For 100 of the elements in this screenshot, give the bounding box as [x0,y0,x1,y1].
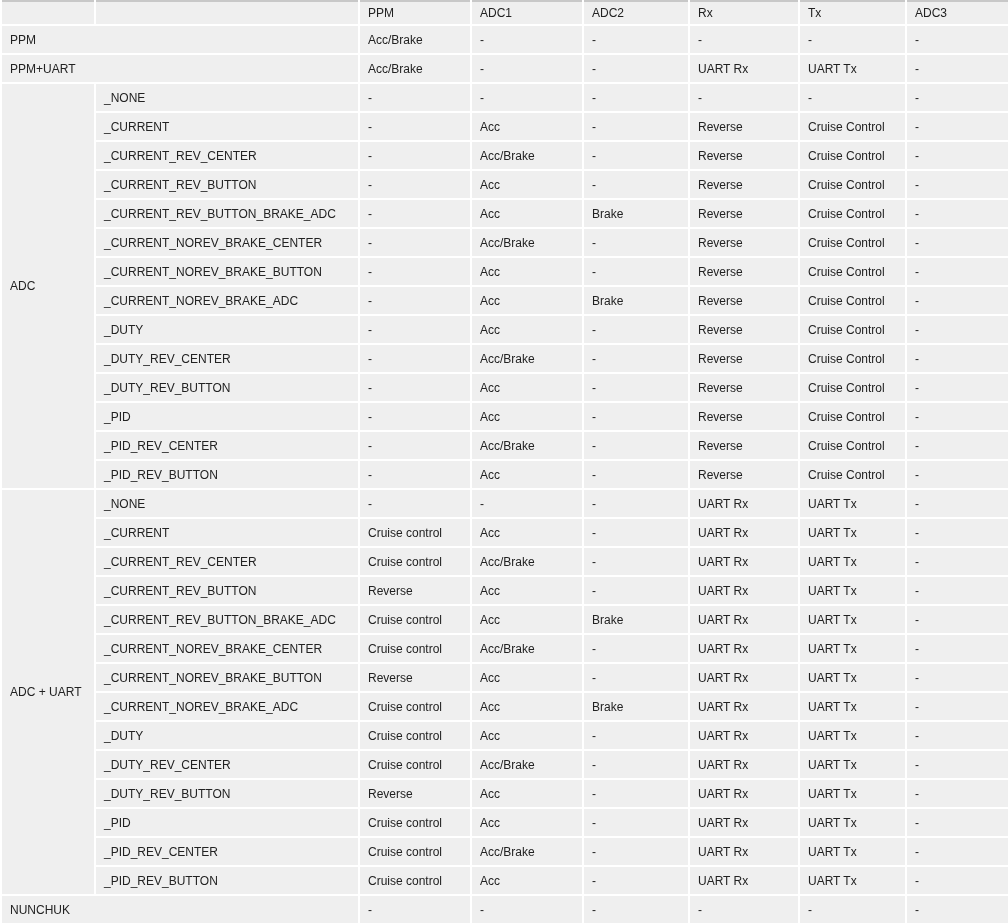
table-cell: Cruise Control [799,402,906,431]
table-cell: - [583,837,689,866]
table-cell: Brake [583,692,689,721]
table-cell: _CURRENT_NOREV_BRAKE_ADC [95,692,359,721]
table-cell: UART Tx [799,54,906,83]
table-cell: Brake [583,605,689,634]
table-cell: - [359,141,471,170]
table-cell: - [359,170,471,199]
table-cell: Acc [471,257,583,286]
table-cell: - [583,808,689,837]
table-cell: - [583,547,689,576]
table-cell: Acc/Brake [471,141,583,170]
row-group-label: PPM+UART [1,54,359,83]
table-cell: UART Rx [689,547,799,576]
table-cell: Acc/Brake [359,54,471,83]
table-cell: Reverse [689,112,799,141]
table-cell: - [689,895,799,924]
table-cell: Cruise control [359,547,471,576]
table-cell: Brake [583,286,689,315]
row-group-label: ADC + UART [1,489,95,895]
table-cell: UART Rx [689,54,799,83]
table-cell: Cruise Control [799,199,906,228]
table-cell: UART Tx [799,692,906,721]
table-cell: Cruise control [359,837,471,866]
table-cell: - [359,373,471,402]
table-cell: _CURRENT_NOREV_BRAKE_BUTTON [95,257,359,286]
table-cell: UART Tx [799,866,906,895]
table-cell: - [583,315,689,344]
table-cell: - [359,83,471,112]
table-cell: Acc/Brake [471,750,583,779]
table-cell: _DUTY_REV_BUTTON [95,373,359,402]
table-cell: - [799,895,906,924]
table-cell: Reverse [689,141,799,170]
table-cell: Acc [471,402,583,431]
table-cell: Cruise control [359,750,471,779]
table-cell: - [583,518,689,547]
table-cell: Acc [471,692,583,721]
table-cell: - [583,634,689,663]
table-cell: Cruise control [359,605,471,634]
table-cell: - [583,460,689,489]
table-cell: _CURRENT [95,518,359,547]
table-cell: UART Tx [799,634,906,663]
table-cell: _PID_REV_CENTER [95,431,359,460]
table-cell: UART Rx [689,808,799,837]
table-cell: Cruise control [359,721,471,750]
table-cell: Acc [471,866,583,895]
table-cell: - [583,663,689,692]
table-cell: _CURRENT_NOREV_BRAKE_BUTTON [95,663,359,692]
table-cell: Cruise control [359,692,471,721]
table-cell: - [583,25,689,54]
table-cell: Cruise Control [799,373,906,402]
table-cell: - [583,895,689,924]
table-cell: _DUTY_REV_CENTER [95,344,359,373]
table-cell: Acc/Brake [471,547,583,576]
table-cell: Acc/Brake [471,634,583,663]
row-group-label: NUNCHUK [1,895,359,924]
table-cell: - [359,199,471,228]
table-cell: - [359,431,471,460]
table-cell: Acc [471,286,583,315]
table-cell: - [583,431,689,460]
table-cell: Cruise Control [799,286,906,315]
table-cell: Reverse [359,663,471,692]
table-cell: _CURRENT_REV_BUTTON_BRAKE_ADC [95,199,359,228]
table-cell: _CURRENT_NOREV_BRAKE_ADC [95,286,359,315]
table-cell: Reverse [359,779,471,808]
table-cell: Cruise Control [799,431,906,460]
table-cell: UART Rx [689,692,799,721]
table-cell: Reverse [689,286,799,315]
table-cell: UART Tx [799,576,906,605]
column-header: ADC2 [583,1,689,25]
table-cell: - [359,895,471,924]
table-cell: UART Rx [689,489,799,518]
table-cell: - [583,228,689,257]
table-cell: - [471,54,583,83]
table-cell: UART Tx [799,518,906,547]
table-cell: Cruise Control [799,141,906,170]
table-cell: UART Rx [689,605,799,634]
table-cell: Reverse [689,344,799,373]
table-cell: Acc [471,315,583,344]
table-cell: UART Tx [799,808,906,837]
table-cell: - [359,402,471,431]
table-cell: Reverse [689,315,799,344]
table-cell: - [583,576,689,605]
table-cell: Acc [471,460,583,489]
table-cell: Cruise control [359,866,471,895]
table-cell: Acc [471,373,583,402]
table-cell: UART Rx [689,721,799,750]
table-cell: Acc/Brake [471,837,583,866]
row-group-label: PPM [1,25,359,54]
table-cell: UART Tx [799,837,906,866]
table-cell: _CURRENT_REV_BUTTON_BRAKE_ADC [95,605,359,634]
table-cell: - [583,170,689,199]
table-cell: - [471,25,583,54]
table-cell: - [689,25,799,54]
table-cell: Reverse [689,228,799,257]
table-cell: UART Rx [689,750,799,779]
table-cell: _NONE [95,83,359,112]
table-cell: - [583,489,689,518]
table-cell: - [583,779,689,808]
table-cell: _PID_REV_BUTTON [95,866,359,895]
